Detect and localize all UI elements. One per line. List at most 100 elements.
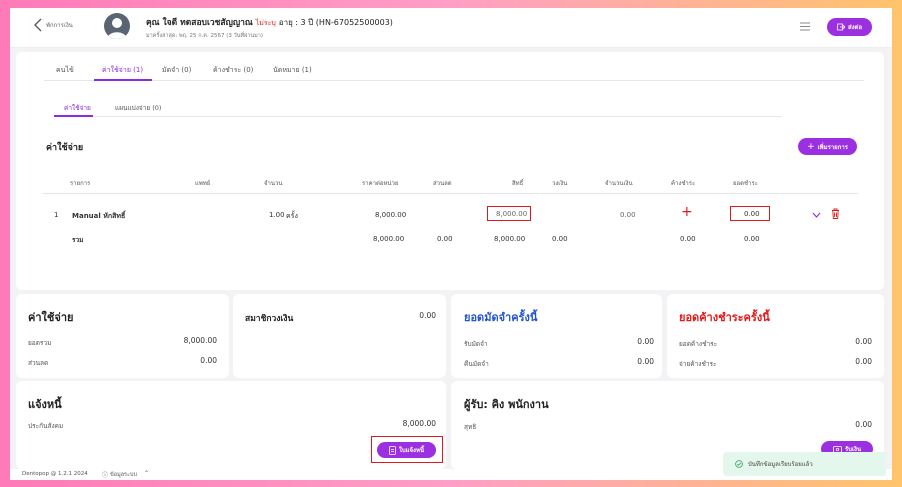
net-value: 0.00 — [855, 420, 872, 429]
member-card: สมาชิกวงเงิน 0.00 — [233, 294, 446, 378]
paid-input-highlight[interactable]: 0.00 — [730, 206, 770, 221]
row-unit: ครั้ง — [286, 212, 298, 220]
col-unit-price: ราคาต่อหน่วย — [362, 180, 399, 187]
total-label: รวม — [72, 236, 84, 244]
net-label: สุทธิ — [464, 423, 477, 431]
deposit-title: ยอดมัดจำครั้งนี้ — [464, 311, 538, 324]
top-bar: พักการเงิน คุณ ใจดี ทดสอบเวชสัญญาณ ไม่ระ… — [10, 8, 892, 48]
row-privilege: 8,000.00 — [496, 210, 528, 218]
subtab-active-indicator — [54, 115, 93, 117]
patient-age: อายุ : 3 ปี (HN-67052500003) — [278, 18, 393, 27]
outstanding-card: ยอดค้างชำระครั้งนี้ ยอดค้างชำระ 0.00 จ่า… — [667, 294, 884, 378]
total-paid: 0.00 — [744, 235, 760, 243]
col-paid: ยอดชำระ — [733, 180, 758, 187]
claim-label: ประกันสังคม — [28, 422, 64, 430]
patient-title: คุณ ใจดี ทดสอบเวชสัญญาณ ไม่ระบุ อายุ : 3… — [146, 15, 393, 29]
expense-section-title: ค่าใช้จ่าย — [46, 143, 84, 153]
last-visit: มาครั้งล่าสุด: พฤ. 25 ก.ค. 2567 (3 วันที… — [146, 33, 264, 39]
add-item-label: เพิ่มรายการ — [817, 143, 848, 151]
chevron-left-icon — [34, 18, 42, 32]
subtab-expense[interactable]: ค่าใช้จ่าย — [64, 103, 91, 113]
total-outstanding: 0.00 — [680, 235, 696, 243]
outstanding-label: ยอดค้างชำระ — [679, 340, 718, 348]
menu-icon[interactable] — [800, 22, 810, 33]
row-item-name[interactable]: Manual หักสิทธิ์ — [72, 211, 125, 222]
total-privilege: 8,000.00 — [494, 235, 526, 243]
tab-active-indicator — [94, 79, 152, 81]
outstanding-value: 0.00 — [855, 337, 872, 346]
col-discount: ส่วนลด — [433, 180, 452, 187]
invoice-title: แจ้งหนี้ — [28, 398, 62, 411]
col-privilege: สิทธิ์ — [512, 180, 524, 187]
patient-tag: ไม่ระบุ — [255, 19, 276, 27]
expense-summary-card: ค่าใช้จ่าย ยอดรวม 8,000.00 ส่วนลด 0.00 — [16, 294, 229, 378]
add-item-button[interactable]: + เพิ่มรายการ — [798, 138, 857, 155]
total-discount: 0.00 — [437, 235, 453, 243]
total-unit-price: 8,000.00 — [373, 235, 405, 243]
row-unit-price: 8,000.00 — [375, 211, 407, 219]
app-frame: พักการเงิน คุณ ใจดี ทดสอบเวชสัญญาณ ไม่ระ… — [10, 8, 892, 480]
col-item: รายการ — [70, 180, 91, 187]
footer-version: Dentopop @ 1.2.1 2024 — [22, 471, 88, 477]
tab-outstanding[interactable]: ค้างชำระ (0) — [213, 65, 253, 76]
summary-discount-value: 0.00 — [200, 356, 217, 365]
subtab-divider — [54, 116, 782, 117]
summary-total-label: ยอดรวม — [28, 339, 52, 347]
pay-outstanding-value: 0.00 — [855, 357, 872, 366]
receiver-title: ผู้รับ: คิง พนักงาน — [464, 398, 549, 411]
send-button[interactable]: ส่งต่อ — [827, 18, 872, 36]
chevron-down-icon[interactable] — [812, 212, 821, 218]
chevron-up-icon[interactable]: ⌃ — [144, 470, 149, 477]
deposit-receive-label: รับมัดจำ — [464, 340, 488, 348]
deposit-return-label: คืนมัดจำ — [464, 360, 489, 368]
avatar — [104, 13, 130, 39]
row-paid: 0.00 — [744, 210, 760, 218]
patient-name: คุณ ใจดี ทดสอบเวชสัญญาณ — [146, 18, 253, 28]
outstanding-title: ยอดค้างชำระครั้งนี้ — [679, 311, 770, 324]
tab-patient[interactable]: คนไข้ — [56, 65, 74, 76]
invoice-card: แจ้งหนี้ ประกันสังคม 8,000.00 ใบแจ้งหนี้ — [16, 381, 446, 469]
total-limit: 0.00 — [552, 235, 568, 243]
col-amount: จำนวนเงิน — [605, 180, 633, 187]
pay-outstanding-label: จ่ายค้างชำระ — [679, 360, 717, 368]
subtab-installment[interactable]: แผนแบ่งจ่าย (0) — [115, 103, 161, 113]
tab-expense[interactable]: ค่าใช้จ่าย (1) — [102, 65, 143, 76]
add-outstanding-icon[interactable]: + — [681, 205, 693, 219]
footer-system-info[interactable]: ข้อมูลระบบ — [110, 471, 137, 479]
deposit-return-value: 0.00 — [637, 357, 654, 366]
col-limit: วงเงิน — [552, 180, 568, 187]
send-button-label: ส่งต่อ — [847, 24, 863, 31]
claim-value: 8,000.00 — [402, 419, 436, 428]
col-outstanding: ค้างชำระ — [671, 180, 696, 187]
check-circle-icon — [735, 460, 743, 468]
info-icon: ⓘ — [102, 472, 109, 479]
deposit-receive-value: 0.00 — [637, 337, 654, 346]
plus-icon: + — [807, 141, 815, 152]
privilege-input-highlight[interactable]: 8,000.00 — [487, 206, 531, 221]
toast-message: บันทึกข้อมูลเรียบร้อยแล้ว — [748, 461, 813, 468]
summary-discount-label: ส่วนลด — [28, 359, 49, 367]
tab-deposit[interactable]: มัดจำ (0) — [162, 65, 191, 76]
back-label: พักการเงิน — [46, 22, 73, 29]
back-link[interactable]: พักการเงิน — [34, 18, 73, 32]
invoice-button-label: ใบแจ้งหนี้ — [398, 447, 425, 454]
invoice-button[interactable]: ใบแจ้งหนี้ — [377, 442, 436, 458]
member-title: สมาชิกวงเงิน — [245, 314, 294, 324]
document-icon — [389, 445, 396, 455]
col-qty: จำนวน — [264, 180, 283, 187]
success-toast: บันทึกข้อมูลเรียบร้อยแล้ว — [723, 452, 886, 476]
table-header-divider — [42, 193, 858, 194]
tab-appointment[interactable]: นัดหมาย (1) — [273, 65, 312, 76]
user-icon — [107, 18, 127, 39]
member-value: 0.00 — [419, 311, 436, 320]
row-index: 1 — [54, 211, 59, 219]
col-doctor: แพทย์ — [195, 180, 211, 187]
row-qty: 1.00 — [269, 211, 285, 219]
tab-divider — [44, 80, 864, 81]
row-amount: 0.00 — [620, 211, 636, 219]
send-icon — [837, 23, 845, 31]
trash-icon[interactable] — [831, 208, 840, 219]
main-panel: คนไข้ ค่าใช้จ่าย (1) มัดจำ (0) ค้างชำระ … — [16, 52, 884, 290]
expense-summary-title: ค่าใช้จ่าย — [28, 311, 74, 324]
summary-total-value: 8,000.00 — [183, 336, 217, 345]
